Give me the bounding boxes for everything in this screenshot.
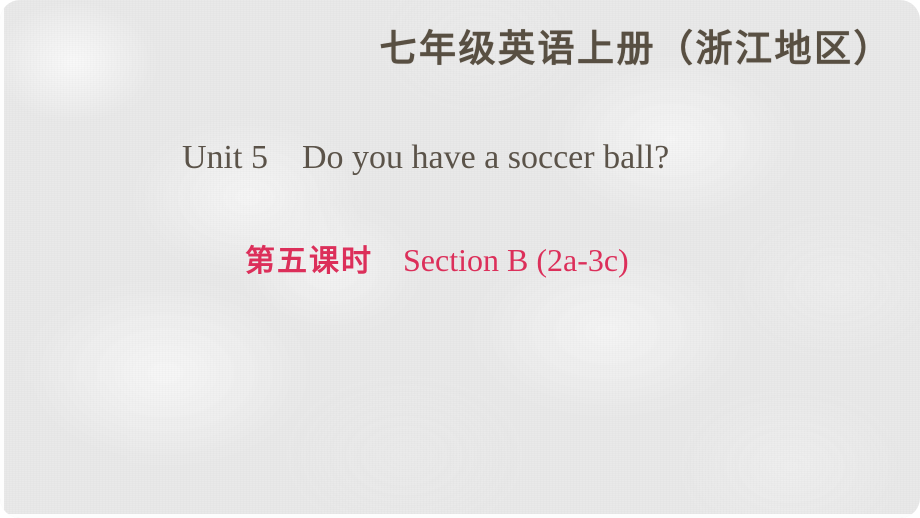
lesson-section-label: Section B (2a-3c) (403, 242, 629, 278)
page-title: Unit 5 Do you have a soccer ball? (182, 139, 670, 176)
textbook-header: 七年级英语上册（浙江地区） (379, 27, 893, 70)
presentation-slide: 七年级英语上册（浙江地区） Unit 5 Do you have a socce… (0, 0, 920, 518)
lesson-subtitle: 第五课时 Section B (2a-3c) (245, 240, 629, 282)
slide-left-edge-strip (0, 0, 4, 518)
lesson-period-label: 第五课时 (245, 244, 373, 279)
slide-bottom-edge-strip (0, 514, 920, 518)
